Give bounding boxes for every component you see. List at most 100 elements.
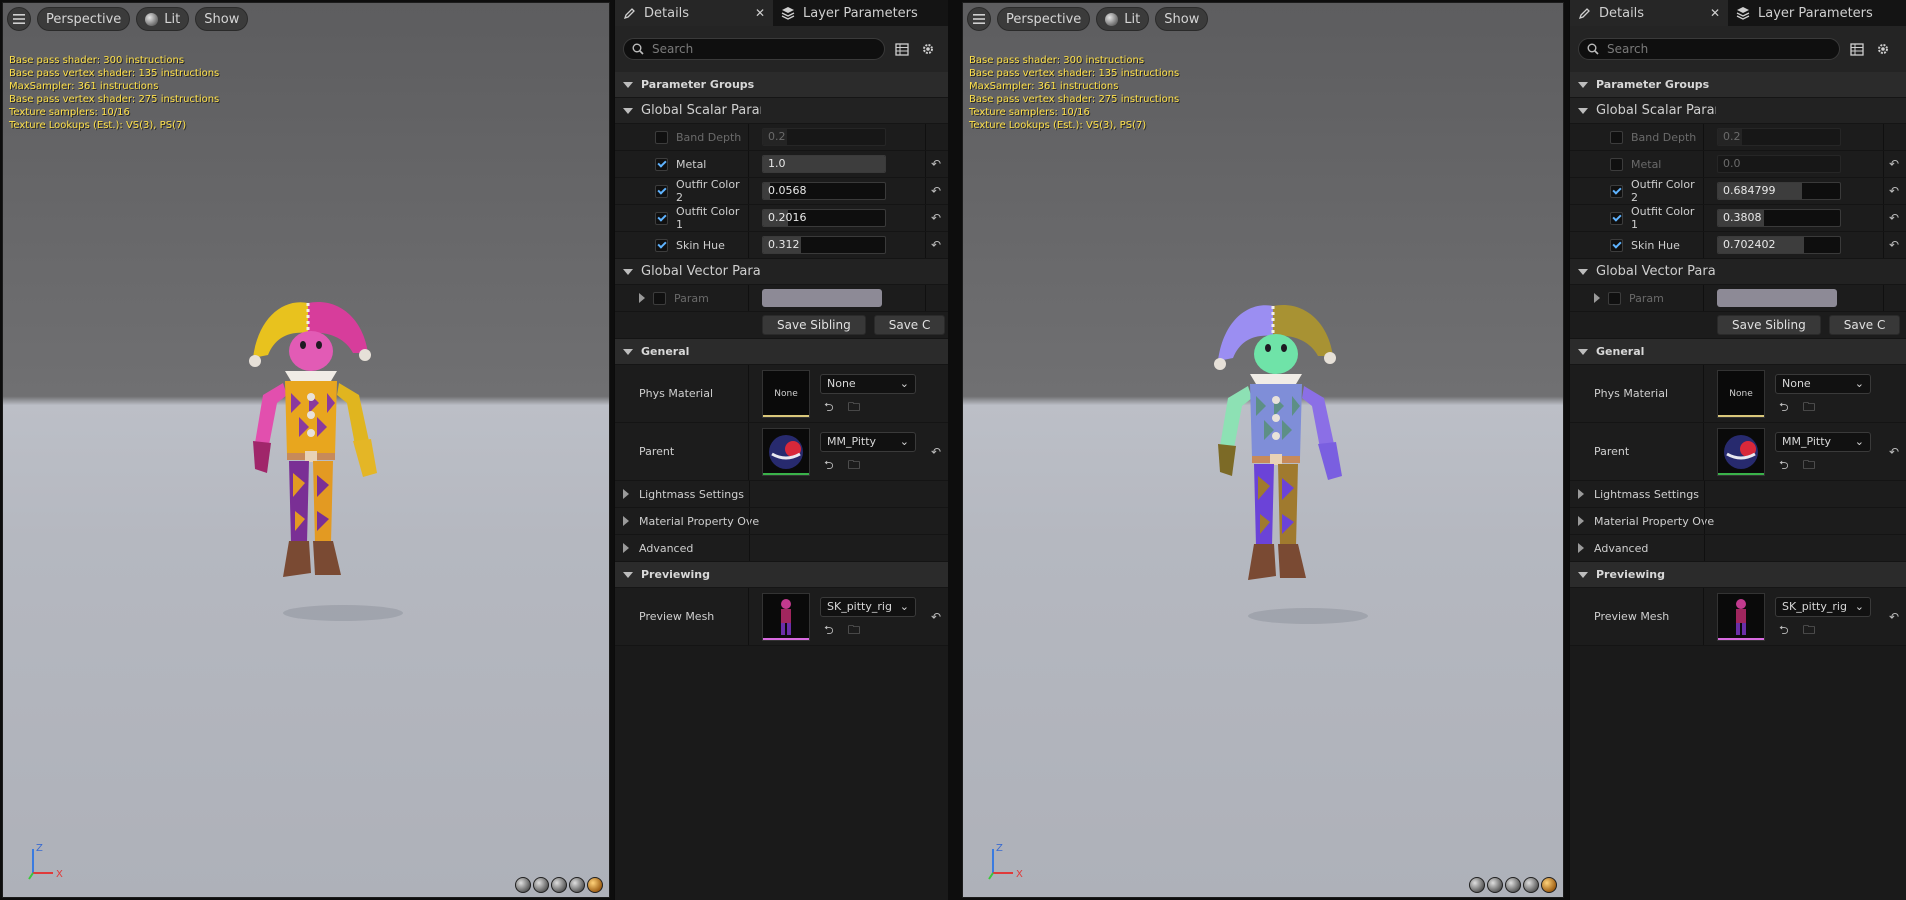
override-checkbox[interactable] [655, 184, 668, 198]
group-global-scalar[interactable]: Global Scalar Parar [1570, 98, 1906, 124]
reset-to-default-icon[interactable]: ↶ [929, 184, 943, 198]
settings-button[interactable] [919, 40, 937, 58]
reset-to-default-icon[interactable]: ↶ [1887, 238, 1901, 252]
browse-asset-icon[interactable]: 🗀 [848, 623, 862, 637]
phys-material-dropdown[interactable]: None ⌄ [1775, 373, 1871, 394]
browse-asset-icon[interactable]: 🗀 [1803, 458, 1817, 472]
scalar-value-field[interactable]: 0.2016 [762, 209, 886, 227]
reset-to-default-icon[interactable]: ↶ [929, 445, 943, 459]
advanced-row[interactable]: Advanced [1570, 535, 1906, 562]
override-checkbox[interactable] [1610, 211, 1623, 225]
close-tab-icon[interactable]: ✕ [755, 6, 765, 20]
tab-layer-parameters[interactable]: Layer Parameters [773, 0, 926, 26]
group-global-vector[interactable]: Global Vector Para [1570, 259, 1906, 285]
scalar-value-field[interactable]: 1.0 [762, 155, 886, 173]
override-checkbox[interactable] [1610, 157, 1623, 171]
save-child-button[interactable]: Save C [873, 315, 946, 335]
override-checkbox[interactable] [655, 130, 668, 144]
scalar-value-field[interactable]: 0.2 [1717, 128, 1841, 146]
use-selected-icon[interactable]: ⮌ [824, 458, 838, 472]
scalar-value-field[interactable]: 0.0 [1717, 155, 1841, 173]
override-checkbox[interactable] [653, 291, 666, 305]
settings-button[interactable] [1874, 40, 1892, 58]
search-box[interactable] [1578, 38, 1840, 60]
sphere-preview-icon[interactable] [1487, 877, 1503, 893]
override-checkbox[interactable] [1608, 291, 1621, 305]
scalar-value-field[interactable]: 0.312 [762, 236, 886, 254]
reset-to-default-icon[interactable]: ↶ [929, 238, 943, 252]
viewport[interactable]: Perspective Lit Show Base pass shader: 3… [2, 2, 610, 898]
lit-button[interactable]: Lit [1096, 7, 1150, 31]
scalar-value-field[interactable]: 0.3808 [1717, 209, 1841, 227]
phys-material-dropdown[interactable]: None ⌄ [820, 373, 916, 394]
viewport-menu-button[interactable] [7, 7, 31, 31]
save-child-button[interactable]: Save C [1828, 315, 1901, 335]
browse-asset-icon[interactable]: 🗀 [848, 458, 862, 472]
color-swatch[interactable] [762, 289, 882, 307]
reset-to-default-icon[interactable]: ↶ [1887, 445, 1901, 459]
parent-dropdown[interactable]: MM_Pitty ⌄ [820, 431, 916, 452]
plane-preview-icon[interactable] [1505, 877, 1521, 893]
plane-preview-icon[interactable] [551, 877, 567, 893]
reset-to-default-icon[interactable]: ↶ [929, 157, 943, 171]
show-button[interactable]: Show [195, 7, 249, 31]
browse-asset-icon[interactable]: 🗀 [1803, 400, 1817, 414]
tab-details[interactable]: Details ✕ [1570, 0, 1728, 26]
override-checkbox[interactable] [1610, 238, 1623, 252]
tab-layer-parameters[interactable]: Layer Parameters [1728, 0, 1881, 26]
reset-to-default-icon[interactable]: ↶ [1887, 610, 1901, 624]
section-parameter-groups[interactable]: Parameter Groups [1570, 72, 1906, 98]
preview-mesh-thumbnail[interactable] [1717, 592, 1765, 641]
use-selected-icon[interactable]: ⮌ [1779, 458, 1793, 472]
reset-to-default-icon[interactable]: ↶ [929, 610, 943, 624]
phys-material-thumbnail[interactable]: None [1717, 369, 1765, 418]
use-selected-icon[interactable]: ⮌ [824, 400, 838, 414]
override-checkbox[interactable] [1610, 184, 1623, 198]
preview-mesh-thumbnail[interactable] [762, 592, 810, 641]
table-view-button[interactable] [893, 40, 911, 58]
preview-mesh-dropdown[interactable]: SK_pitty_rig ⌄ [1775, 596, 1871, 617]
teapot-preview-icon[interactable] [1541, 877, 1557, 893]
reset-to-default-icon[interactable]: ↶ [1887, 211, 1901, 225]
scalar-value-field[interactable]: 0.684799 [1717, 182, 1841, 200]
lightmass-settings-row[interactable]: Lightmass Settings [1570, 481, 1906, 508]
section-previewing[interactable]: Previewing [615, 562, 948, 588]
use-selected-icon[interactable]: ⮌ [1779, 623, 1793, 637]
advanced-row[interactable]: Advanced [615, 535, 948, 562]
use-selected-icon[interactable]: ⮌ [824, 623, 838, 637]
material-property-overrides-row[interactable]: Material Property Ove [615, 508, 948, 535]
preview-mesh-dropdown[interactable]: SK_pitty_rig ⌄ [820, 596, 916, 617]
section-previewing[interactable]: Previewing [1570, 562, 1906, 588]
group-global-vector[interactable]: Global Vector Para [615, 259, 948, 285]
expand-arrow-icon[interactable] [1594, 293, 1600, 303]
reset-to-default-icon[interactable]: ↶ [1887, 184, 1901, 198]
close-tab-icon[interactable]: ✕ [1710, 6, 1720, 20]
search-input[interactable] [652, 42, 852, 56]
cube-preview-icon[interactable] [569, 877, 585, 893]
show-button[interactable]: Show [1155, 7, 1209, 31]
save-sibling-button[interactable]: Save Sibling [762, 315, 866, 335]
reset-to-default-icon[interactable]: ↶ [929, 211, 943, 225]
browse-asset-icon[interactable]: 🗀 [848, 400, 862, 414]
parent-material-thumbnail[interactable] [1717, 427, 1765, 476]
perspective-button[interactable]: Perspective [37, 7, 131, 31]
browse-asset-icon[interactable]: 🗀 [1803, 623, 1817, 637]
parent-material-thumbnail[interactable] [762, 427, 810, 476]
cylinder-preview-icon[interactable] [515, 877, 531, 893]
table-view-button[interactable] [1848, 40, 1866, 58]
parent-dropdown[interactable]: MM_Pitty ⌄ [1775, 431, 1871, 452]
scalar-value-field[interactable]: 0.702402 [1717, 236, 1841, 254]
material-property-overrides-row[interactable]: Material Property Ove [1570, 508, 1906, 535]
search-input[interactable] [1607, 42, 1807, 56]
expand-arrow-icon[interactable] [639, 293, 645, 303]
search-box[interactable] [623, 38, 885, 60]
sphere-preview-icon[interactable] [533, 877, 549, 893]
group-global-scalar[interactable]: Global Scalar Parar [615, 98, 948, 124]
section-general[interactable]: General [615, 339, 948, 365]
teapot-preview-icon[interactable] [587, 877, 603, 893]
tab-details[interactable]: Details ✕ [615, 0, 773, 26]
phys-material-thumbnail[interactable]: None [762, 369, 810, 418]
cube-preview-icon[interactable] [1523, 877, 1539, 893]
override-checkbox[interactable] [655, 211, 668, 225]
override-checkbox[interactable] [655, 238, 668, 252]
